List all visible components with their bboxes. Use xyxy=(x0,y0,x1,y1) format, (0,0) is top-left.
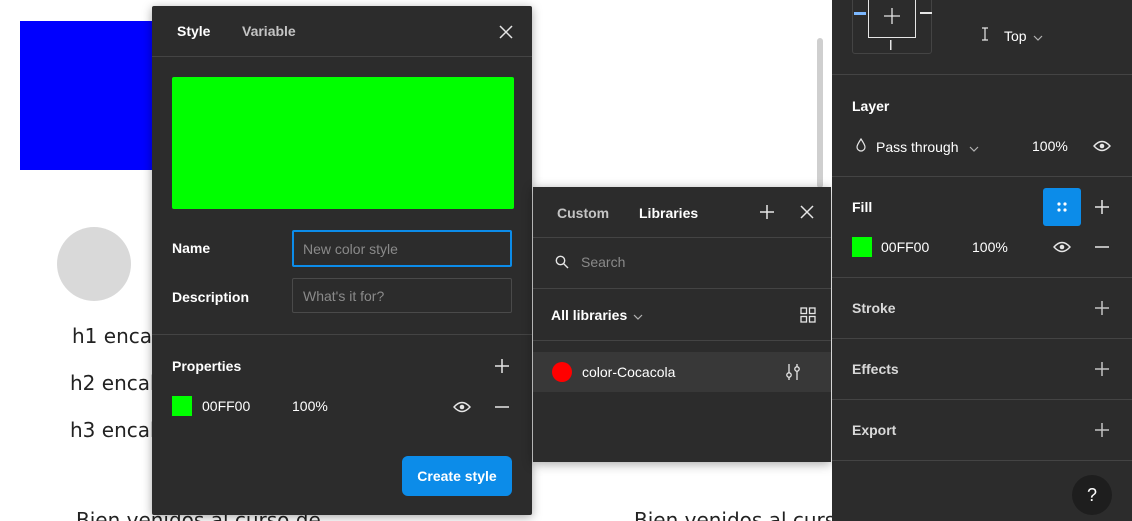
constraint-bottom-indicator[interactable] xyxy=(890,40,892,50)
divider xyxy=(152,334,532,335)
effects-section-title: Effects xyxy=(852,361,899,377)
divider xyxy=(533,340,831,341)
library-filter-dropdown[interactable]: All libraries xyxy=(551,307,643,323)
stroke-section-title: Stroke xyxy=(852,300,896,316)
vertical-constraint-label: Top xyxy=(1004,27,1027,44)
fill-color-swatch[interactable] xyxy=(852,237,872,257)
chevron-down-icon xyxy=(969,139,979,155)
style-picker-icon[interactable] xyxy=(1043,188,1081,226)
grid-view-icon[interactable] xyxy=(797,304,819,326)
layer-opacity-value[interactable]: 100% xyxy=(1032,138,1068,154)
fill-section-title: Fill xyxy=(852,199,873,215)
eye-icon[interactable] xyxy=(1050,235,1074,259)
properties-label: Properties xyxy=(172,358,242,374)
tab-style[interactable]: Style xyxy=(177,23,210,39)
eye-icon[interactable] xyxy=(450,395,474,419)
divider xyxy=(533,288,831,289)
constraint-right-indicator[interactable] xyxy=(920,12,932,16)
style-name-input[interactable] xyxy=(292,230,512,267)
adjust-icon[interactable] xyxy=(781,360,805,384)
property-color-swatch[interactable] xyxy=(172,396,192,416)
canvas-body-text-2[interactable]: Bien venidos al curso xyxy=(634,508,847,521)
plus-icon[interactable] xyxy=(755,200,779,224)
divider xyxy=(832,338,1132,339)
library-search-input[interactable] xyxy=(577,249,807,275)
libraries-panel: Custom Libraries All libraries color-Coc… xyxy=(533,187,831,462)
constraint-left-indicator[interactable] xyxy=(854,12,866,16)
plus-icon[interactable] xyxy=(1090,296,1114,320)
divider xyxy=(832,176,1132,177)
fill-hex-value[interactable]: 00FF00 xyxy=(881,239,929,255)
plus-icon[interactable] xyxy=(1090,195,1114,219)
minus-icon[interactable] xyxy=(1090,235,1114,259)
library-filter-label: All libraries xyxy=(551,307,628,323)
canvas-scrollbar[interactable] xyxy=(817,38,823,188)
blend-mode-dropdown[interactable]: Pass through xyxy=(856,137,979,155)
constraint-inner-box xyxy=(868,0,916,38)
plus-icon[interactable] xyxy=(490,354,514,378)
plus-icon[interactable] xyxy=(1090,357,1114,381)
divider xyxy=(533,237,831,238)
property-opacity-value[interactable]: 100% xyxy=(292,398,328,414)
divider xyxy=(832,277,1132,278)
text-cursor-icon xyxy=(980,27,990,44)
chevron-down-icon xyxy=(633,307,643,323)
description-label: Description xyxy=(172,289,250,305)
color-preview xyxy=(172,77,514,209)
tab-variable[interactable]: Variable xyxy=(242,23,296,39)
create-style-button[interactable]: Create style xyxy=(402,456,512,496)
chevron-down-icon xyxy=(1033,28,1043,44)
tab-libraries[interactable]: Libraries xyxy=(639,205,698,221)
gray-circle-shape[interactable] xyxy=(57,227,131,301)
layer-section-title: Layer xyxy=(852,98,890,114)
plus-icon[interactable] xyxy=(1090,418,1114,442)
help-button[interactable]: ? xyxy=(1072,475,1112,515)
export-section-title: Export xyxy=(852,422,897,438)
create-style-dialog: Style Variable Name Description Properti… xyxy=(152,6,532,515)
blue-rectangle-shape[interactable] xyxy=(20,21,160,170)
property-hex-value[interactable]: 00FF00 xyxy=(202,398,250,414)
close-icon[interactable] xyxy=(795,200,819,224)
vertical-constraint-dropdown[interactable]: Top xyxy=(980,27,1043,44)
blend-mode-label: Pass through xyxy=(876,138,959,155)
search-icon xyxy=(553,253,571,271)
properties-sidebar: Top Layer Pass through 100% Fill 00FF00 … xyxy=(832,0,1132,521)
fill-opacity-value[interactable]: 100% xyxy=(972,239,1008,255)
divider xyxy=(832,74,1132,75)
style-item-label: color-Cocacola xyxy=(582,364,676,380)
divider xyxy=(832,399,1132,400)
divider xyxy=(152,56,532,57)
drop-icon xyxy=(856,137,866,155)
style-color-dot xyxy=(552,362,572,382)
style-description-input[interactable] xyxy=(292,278,512,313)
eye-icon[interactable] xyxy=(1090,134,1114,158)
name-label: Name xyxy=(172,240,211,256)
divider xyxy=(832,460,1132,461)
close-icon[interactable] xyxy=(494,20,518,44)
tab-custom[interactable]: Custom xyxy=(557,205,609,221)
minus-icon[interactable] xyxy=(490,395,514,419)
